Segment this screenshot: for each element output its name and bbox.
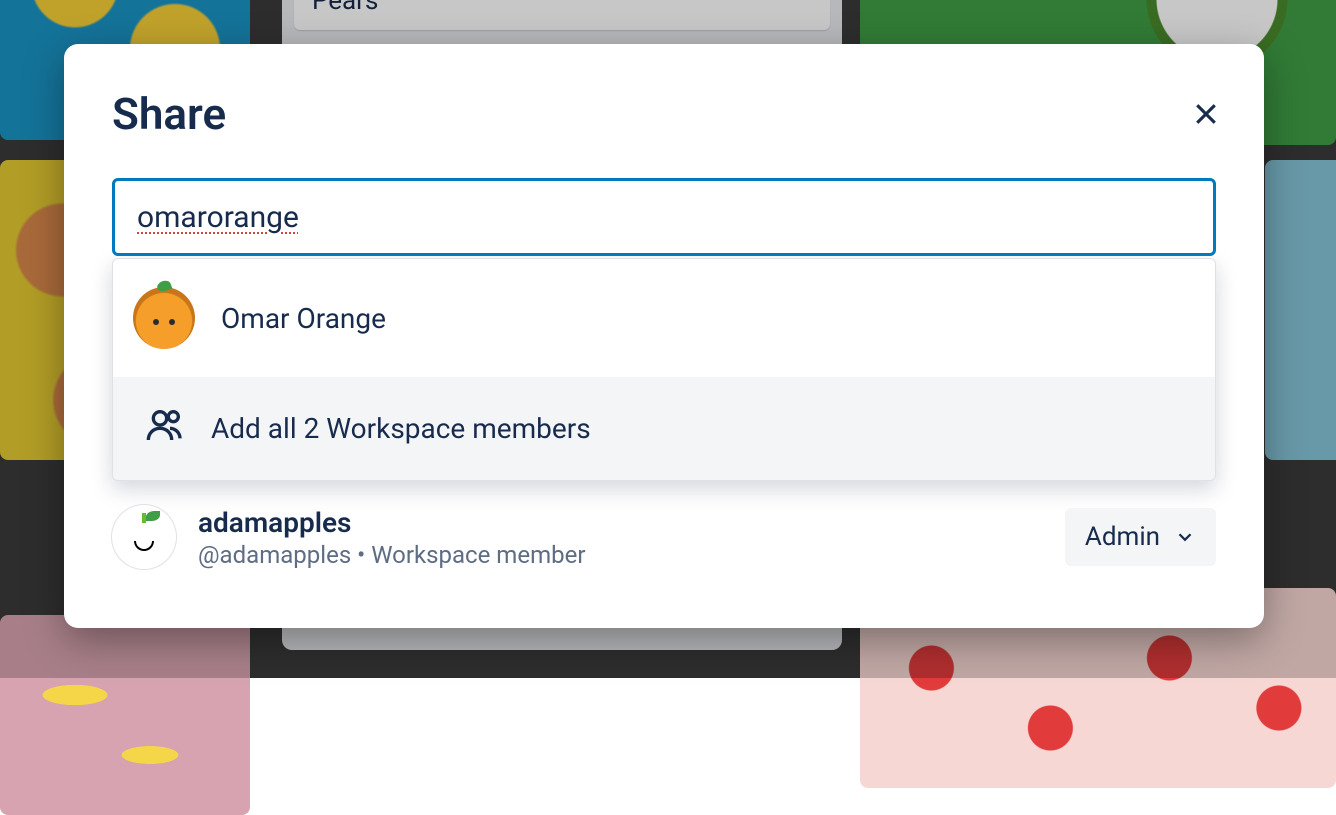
member-meta: @adamapples • Workspace member — [198, 541, 585, 569]
suggestion-user-name: Omar Orange — [221, 302, 386, 335]
role-label: Admin — [1085, 522, 1160, 552]
member-workspace-role: Workspace member — [371, 541, 585, 569]
avatar-omar-orange — [133, 287, 195, 349]
close-button[interactable] — [1186, 94, 1226, 134]
avatar-adamapples — [112, 505, 176, 569]
suggestion-add-all-label: Add all 2 Workspace members — [211, 412, 591, 445]
share-modal: Share Omar Orange Add all 2 Workspace me… — [64, 44, 1264, 628]
modal-title: Share — [112, 88, 1216, 140]
member-display-name: adamapples — [198, 506, 585, 539]
member-handle: @adamapples — [198, 541, 351, 569]
member-row: adamapples @adamapples • Workspace membe… — [112, 505, 1216, 569]
suggestion-user[interactable]: Omar Orange — [113, 259, 1215, 377]
share-suggestion-dropdown: Omar Orange Add all 2 Workspace members — [112, 258, 1216, 481]
role-select[interactable]: Admin — [1065, 508, 1216, 566]
member-info: adamapples @adamapples • Workspace membe… — [198, 506, 585, 569]
close-icon — [1191, 99, 1221, 129]
chevron-down-icon — [1174, 526, 1196, 548]
suggestion-add-all[interactable]: Add all 2 Workspace members — [113, 377, 1215, 480]
share-search-input[interactable] — [112, 178, 1216, 256]
group-icon — [133, 405, 185, 452]
